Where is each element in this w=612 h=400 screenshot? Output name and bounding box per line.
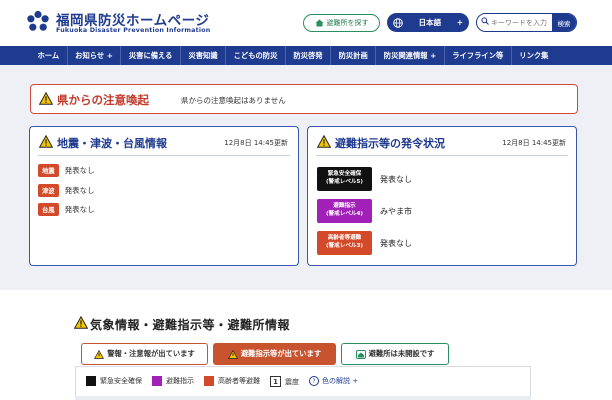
nav-item-kids[interactable]: こどもの防災 <box>225 46 285 65</box>
site-subtitle: Fukuoka Disaster Prevention Information <box>56 27 211 34</box>
shelter-icon <box>315 19 323 27</box>
weather-evacuation-section: 気象情報・避難指示等・避難所情報 警報・注意報が出ています 避難指示等が出ていま… <box>0 290 612 400</box>
color-help-label: 色の解説 + <box>322 377 359 385</box>
search-icon <box>481 17 489 25</box>
level5-level: (警戒レベル5) <box>326 179 363 185</box>
color-help-toggle[interactable]: ? 色の解説 + <box>309 376 358 386</box>
legend-label: 緊急安全確保 <box>100 377 142 385</box>
warning-icon <box>39 92 53 105</box>
site-header: 福岡県防災ホームページ Fukuoka Disaster Prevention … <box>0 0 612 46</box>
level5-status: 発表なし <box>380 174 412 184</box>
warning-icon <box>227 349 238 359</box>
evac-row-level5: 緊急安全確保 (警戒レベル5) 発表なし <box>317 167 412 191</box>
legend-level4: 避難指示 <box>152 376 194 386</box>
prefecture-alert-message: 県からの注意喚起はありません <box>181 96 286 105</box>
legend-level5: 緊急安全確保 <box>86 376 142 386</box>
tab-weather-warnings-label: 警報・注意報が出ています <box>107 349 195 358</box>
quake-row-earthquake: 地震 発表なし <box>38 164 95 177</box>
tsunami-status: 発表なし <box>64 186 95 195</box>
quake-card-updated: 12月8日 14:45更新 <box>224 139 288 147</box>
tab-shelters[interactable]: 避難所は未開設です <box>341 343 449 365</box>
legend-label: 高齢者等避難 <box>218 377 260 385</box>
warning-icon <box>317 135 331 148</box>
site-title[interactable]: 福岡県防災ホームページ <box>56 9 209 29</box>
nav-item-awareness[interactable]: 防災啓発 <box>284 46 330 65</box>
find-shelter-button[interactable]: 避難所を探す <box>303 14 380 32</box>
level4-status: みやま市 <box>380 206 412 216</box>
shelter-icon <box>355 349 366 359</box>
nav-item-home[interactable]: ホーム <box>30 46 67 65</box>
legend-label: 避難指示 <box>166 377 194 385</box>
nav-item-news[interactable]: お知らせ + <box>66 46 121 65</box>
level3-level: (警戒レベル3) <box>326 243 363 249</box>
level4-level: (警戒レベル4) <box>326 211 363 217</box>
nav-item-related[interactable]: 防災関連情報 + <box>375 46 443 65</box>
level5-label: 緊急安全確保 <box>327 171 362 178</box>
language-expand-icon: + <box>456 18 463 27</box>
divider <box>38 155 290 156</box>
level4-label: 避難指示 <box>333 203 356 210</box>
typhoon-tag: 台風 <box>38 203 59 216</box>
legend-label: 震度 <box>285 377 299 386</box>
nav-item-prepare[interactable]: 災害に備える <box>120 46 180 65</box>
search-input[interactable] <box>491 16 551 29</box>
level3-label: 高齢者等避難 <box>327 235 362 242</box>
level3-status: 発表なし <box>380 238 412 248</box>
legend-swatch <box>204 376 214 386</box>
divider <box>316 155 568 156</box>
site-search: 検索 <box>476 13 577 32</box>
quake-card-title: 地震・津波・台風情報 <box>57 137 167 150</box>
warning-icon <box>94 349 105 359</box>
question-icon: ? <box>309 376 319 386</box>
find-shelter-label: 避難所を探す <box>326 19 369 27</box>
nav-item-links[interactable]: リンク集 <box>510 46 556 65</box>
earthquake-tsunami-typhoon-card[interactable]: 地震・津波・台風情報 12月8日 14:45更新 地震 発表なし 津波 発表なし… <box>29 126 299 266</box>
evac-card-title: 避難指示等の発令状況 <box>335 137 445 150</box>
tab-evacuation-orders-label: 避難指示等が出ています <box>240 349 322 358</box>
language-selector[interactable]: 日本語 + <box>387 13 469 32</box>
quake-row-typhoon: 台風 発表なし <box>38 203 95 216</box>
tab-weather-warnings[interactable]: 警報・注意報が出ています <box>81 343 208 365</box>
quake-row-tsunami: 津波 発表なし <box>38 184 95 197</box>
map-legend: 緊急安全確保 避難指示 高齢者等避難 1 震度 ? 色の解説 + <box>75 366 531 400</box>
earthquake-status: 発表なし <box>64 166 95 175</box>
nav-item-lifeline[interactable]: ライフライン等 <box>443 46 511 65</box>
evac-card-updated: 12月8日 14:45更新 <box>502 139 566 147</box>
earthquake-tag: 地震 <box>38 164 59 177</box>
map-area[interactable] <box>75 396 531 400</box>
section-title: 気象情報・避難指示等・避難所情報 <box>90 318 291 332</box>
evacuation-order-card[interactable]: 避難指示等の発令状況 12月8日 14:45更新 緊急安全確保 (警戒レベル5)… <box>307 126 577 266</box>
evac-row-level4: 避難指示 (警戒レベル4) みやま市 <box>317 199 412 223</box>
typhoon-status: 発表なし <box>64 205 95 214</box>
nav-item-plan[interactable]: 防災計画 <box>330 46 375 65</box>
search-button[interactable]: 検索 <box>552 14 576 31</box>
intensity-badge: 1 <box>270 376 281 387</box>
globe-icon <box>393 17 403 28</box>
prefecture-logo-icon[interactable] <box>26 10 50 34</box>
tab-shelters-label: 避難所は未開設です <box>368 349 435 358</box>
level3-badge: 高齢者等避難 (警戒レベル3) <box>317 231 372 255</box>
level5-badge: 緊急安全確保 (警戒レベル5) <box>317 167 372 191</box>
legend-swatch <box>152 376 162 386</box>
prefecture-alert-panel: 県からの注意喚起 県からの注意喚起はありません <box>30 84 578 114</box>
legend-level3: 高齢者等避難 <box>204 376 260 386</box>
tsunami-tag: 津波 <box>38 184 59 197</box>
nav-item-knowledge[interactable]: 災害知識 <box>179 46 225 65</box>
status-tabs: 警報・注意報が出ています 避難指示等が出ています 避難所は未開設です <box>81 343 449 365</box>
warning-icon <box>39 135 53 148</box>
tab-evacuation-orders[interactable]: 避難指示等が出ています <box>213 343 336 365</box>
prefecture-alert-title: 県からの注意喚起 <box>57 93 149 107</box>
level4-badge: 避難指示 (警戒レベル4) <box>317 199 372 223</box>
global-nav: ホーム お知らせ + 災害に備える 災害知識 こどもの防災 防災啓発 防災計画 … <box>0 46 612 65</box>
legend-swatch <box>86 376 96 386</box>
warning-icon <box>74 316 88 329</box>
evac-row-level3: 高齢者等避難 (警戒レベル3) 発表なし <box>317 231 412 255</box>
language-label: 日本語 <box>418 18 442 27</box>
legend-seismic-intensity: 1 震度 <box>270 376 299 387</box>
